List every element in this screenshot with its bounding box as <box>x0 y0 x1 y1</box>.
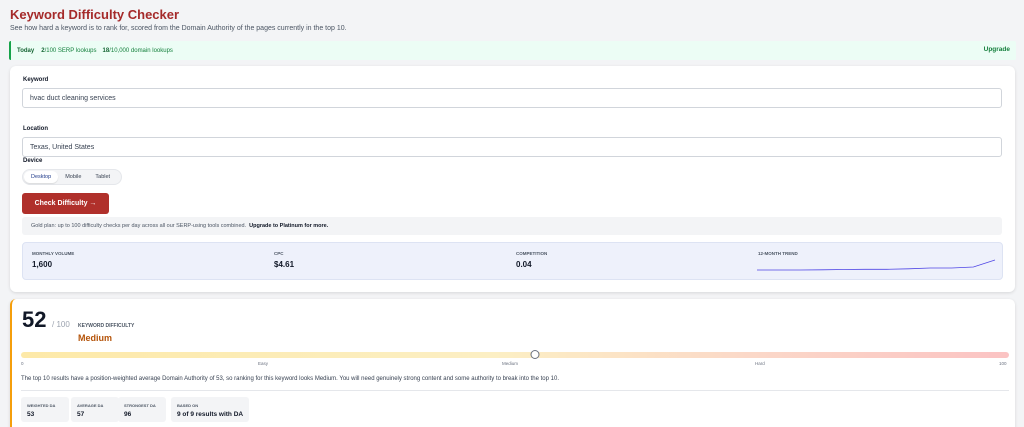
check-difficulty-button[interactable]: Check Difficulty → <box>22 193 109 214</box>
upgrade-platinum-link[interactable]: Upgrade to Platinum for more. <box>249 223 328 229</box>
device-label: Device <box>23 158 43 164</box>
difficulty-score: 52 <box>22 307 47 332</box>
difficulty-result-card: 52 / 100 KEYWORD DIFFICULTY Medium 0 Eas… <box>10 299 1015 427</box>
volume-label: MONTHLY VOLUME <box>32 251 75 256</box>
cpc-value: $4.61 <box>274 260 295 269</box>
stat-based-on: BASED ON 9 of 9 results with DA <box>171 397 249 422</box>
volume-value: 1,600 <box>32 260 53 269</box>
device-tablet-option[interactable]: Tablet <box>88 171 117 183</box>
plan-note: Gold plan: up to 100 difficulty checks p… <box>22 217 1002 235</box>
difficulty-scale-bar <box>21 350 1009 359</box>
stat-weighted-da: WEIGHTED DA 53 <box>21 397 69 422</box>
keyword-metrics: MONTHLY VOLUME 1,600 CPC $4.61 COMPETITI… <box>22 242 1003 280</box>
domain-used-count: 18 <box>102 47 110 54</box>
trend-label: 12-MONTH TREND <box>758 251 798 256</box>
usage-today-label: Today <box>17 47 35 54</box>
device-toggle: Desktop Mobile Tablet <box>22 169 122 185</box>
keyword-label: Keyword <box>23 77 49 83</box>
stat-label: STRONGEST DA <box>124 403 156 408</box>
difficulty-score-max: / 100 <box>52 320 70 329</box>
device-desktop-option[interactable]: Desktop <box>24 171 59 183</box>
upgrade-link[interactable]: Upgrade <box>984 46 1010 53</box>
divider <box>21 390 1009 391</box>
competition-value: 0.04 <box>516 260 532 269</box>
scale-tick-hard: Hard <box>755 361 765 366</box>
scale-tick-0: 0 <box>21 361 24 366</box>
stat-value: 57 <box>77 411 85 418</box>
scale-tick-100: 100 <box>999 361 1007 366</box>
cpc-label: CPC <box>274 251 284 256</box>
stat-value: 9 of 9 results with DA <box>177 411 244 418</box>
usage-bar: Today 2 /100 SERP lookups 18 /10,000 dom… <box>9 41 1016 60</box>
difficulty-label: KEYWORD DIFFICULTY <box>78 323 135 329</box>
stat-value: 53 <box>27 411 35 418</box>
page-title: Keyword Difficulty Checker <box>10 7 180 22</box>
difficulty-explanation: The top 10 results have a position-weigh… <box>21 376 559 382</box>
plan-note-text: Gold plan: up to 100 difficulty checks p… <box>31 223 247 229</box>
scale-tick-easy: Easy <box>258 361 269 366</box>
trend-line <box>757 259 996 271</box>
serp-lookups-label: /100 SERP lookups <box>44 47 97 54</box>
scale-tick-medium: Medium <box>502 361 519 366</box>
domain-lookups-label: /10,000 domain lookups <box>109 47 173 54</box>
difficulty-marker <box>530 350 540 359</box>
stat-label: AVERAGE DA <box>77 403 104 408</box>
device-mobile-option[interactable]: Mobile <box>58 171 88 183</box>
stat-strongest-da: STRONGEST DA 96 <box>118 397 166 422</box>
difficulty-level: Medium <box>78 333 113 343</box>
stat-label: WEIGHTED DA <box>27 403 56 408</box>
trend-sparkline <box>757 259 996 271</box>
keyword-form-card: Keyword hvac duct cleaning services Loca… <box>10 66 1015 292</box>
location-input[interactable]: Texas, United States <box>22 137 1002 157</box>
stat-label: BASED ON <box>177 403 199 408</box>
stat-average-da: AVERAGE DA 57 <box>71 397 119 422</box>
keyword-input[interactable]: hvac duct cleaning services <box>22 88 1002 108</box>
stat-value: 96 <box>124 411 132 418</box>
page-subtitle: See how hard a keyword is to rank for, s… <box>10 25 347 32</box>
location-label: Location <box>23 126 48 132</box>
competition-label: COMPETITION <box>516 251 548 256</box>
